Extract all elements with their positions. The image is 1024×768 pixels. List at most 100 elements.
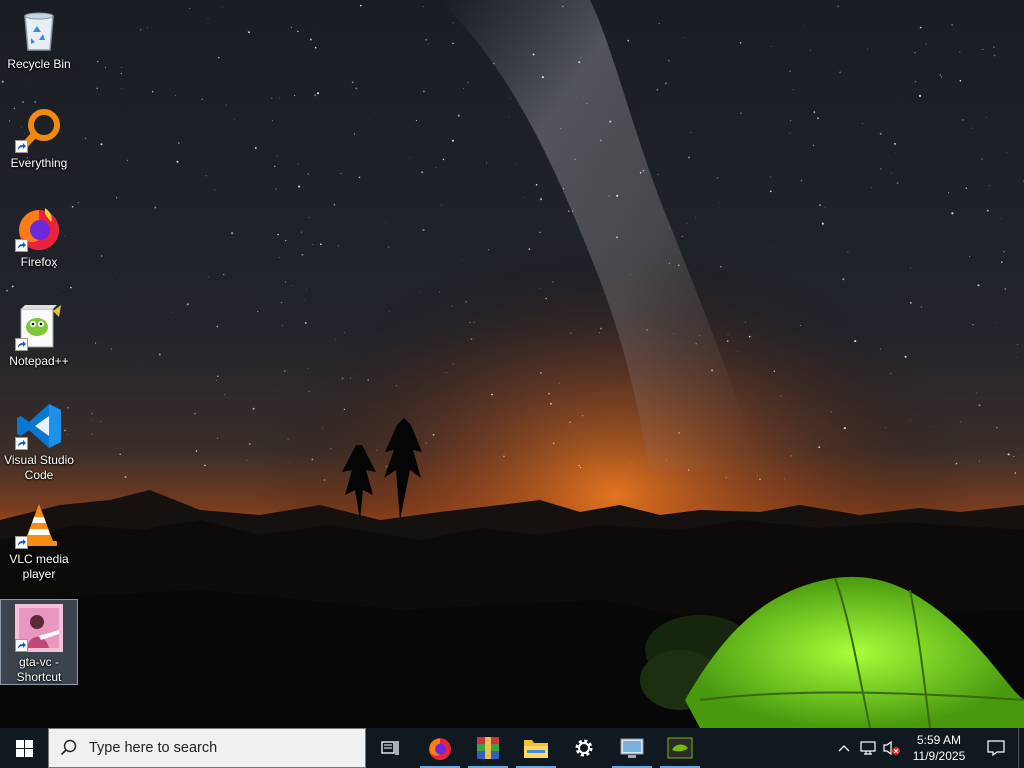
star — [254, 147, 257, 149]
network-button[interactable] — [856, 728, 880, 768]
star — [97, 61, 99, 63]
star — [842, 278, 845, 281]
start-button[interactable] — [0, 728, 48, 768]
star — [215, 379, 217, 381]
taskbar-remote-desktop[interactable] — [608, 728, 656, 768]
star — [582, 415, 584, 417]
taskbar: Type here to search 5:59 AM 11/9/2025 — [0, 728, 1024, 768]
star — [462, 88, 464, 90]
desktop-icon-label: VLC media player — [9, 552, 69, 581]
star — [126, 159, 129, 162]
show-hidden-icons-button[interactable] — [832, 728, 856, 768]
star — [376, 449, 378, 451]
star — [307, 368, 309, 369]
taskbar-firefox[interactable] — [416, 728, 464, 768]
star — [359, 4, 362, 7]
desktop-icon-gta-vc[interactable]: gta-vc - Shortcut — [0, 599, 78, 685]
star — [204, 464, 206, 467]
desktop-icon-everything[interactable]: Everything — [0, 101, 78, 187]
star — [279, 97, 280, 99]
star — [687, 469, 690, 471]
taskbar-settings[interactable] — [560, 728, 608, 768]
star — [307, 173, 309, 175]
star — [344, 332, 345, 334]
star — [813, 111, 816, 113]
star — [639, 172, 642, 174]
star — [287, 438, 289, 440]
star — [995, 321, 997, 323]
star — [94, 342, 97, 344]
star — [985, 117, 987, 118]
star — [862, 123, 863, 125]
taskbar-file-explorer[interactable] — [512, 728, 560, 768]
clock-date: 11/9/2025 — [912, 749, 966, 763]
star — [343, 408, 346, 410]
taskbar-winrar[interactable] — [464, 728, 512, 768]
star — [896, 182, 899, 185]
star — [871, 187, 872, 189]
star — [528, 248, 531, 250]
taskbar-nvidia[interactable] — [656, 728, 704, 768]
star — [105, 67, 106, 69]
firefox-icon — [15, 204, 63, 252]
star — [800, 324, 802, 326]
star — [284, 370, 286, 372]
star — [285, 239, 287, 242]
taskbar-clock[interactable]: 5:59 AM 11/9/2025 — [904, 732, 974, 764]
star — [673, 333, 675, 335]
desktop-icon-notepad-plus-plus[interactable]: Notepad++ — [0, 299, 78, 385]
desktop-icon-label: Everything — [10, 156, 68, 170]
star — [583, 96, 584, 98]
star — [217, 437, 219, 439]
star — [1000, 261, 1003, 263]
star — [965, 187, 967, 189]
star — [600, 139, 602, 142]
star — [415, 120, 417, 122]
star — [115, 271, 116, 273]
star — [174, 94, 177, 97]
star — [208, 276, 210, 278]
star — [975, 392, 977, 394]
star — [248, 31, 250, 34]
star — [658, 23, 660, 24]
star — [784, 478, 785, 480]
star — [668, 262, 671, 265]
desktop-icon-vscode[interactable]: Visual Studio Code — [0, 398, 78, 484]
desktop-icon-recycle-bin[interactable]: Recycle Bin — [0, 2, 78, 88]
star — [561, 5, 564, 8]
shortcut-arrow-icon — [15, 239, 28, 252]
star — [171, 312, 173, 314]
star — [154, 206, 157, 209]
taskbar-search-box[interactable]: Type here to search — [48, 728, 366, 768]
star — [830, 411, 832, 413]
star — [547, 392, 551, 395]
show-desktop-button[interactable] — [1018, 728, 1024, 768]
star — [552, 442, 555, 444]
star — [452, 363, 455, 365]
star — [387, 246, 390, 249]
star — [925, 43, 928, 45]
star — [353, 133, 355, 135]
star — [322, 427, 324, 429]
star — [790, 120, 792, 122]
star — [176, 160, 179, 163]
gear-icon — [575, 739, 593, 757]
star — [600, 327, 603, 330]
star — [312, 243, 314, 245]
star — [992, 253, 994, 255]
desktop-icon-vlc[interactable]: VLC media player — [0, 497, 78, 583]
desktop-icon-label: Notepad++ — [9, 354, 69, 368]
star — [422, 229, 425, 232]
star — [740, 112, 742, 114]
action-center-button[interactable] — [974, 728, 1018, 768]
task-view-button[interactable] — [366, 728, 414, 768]
star — [330, 448, 332, 450]
volume-button[interactable] — [880, 728, 904, 768]
desktop-icon-firefox[interactable]: Firefox — [0, 200, 78, 286]
star — [630, 273, 632, 275]
star — [748, 335, 751, 338]
star — [818, 446, 821, 449]
star — [867, 139, 869, 141]
star — [789, 70, 791, 72]
star — [508, 116, 510, 118]
